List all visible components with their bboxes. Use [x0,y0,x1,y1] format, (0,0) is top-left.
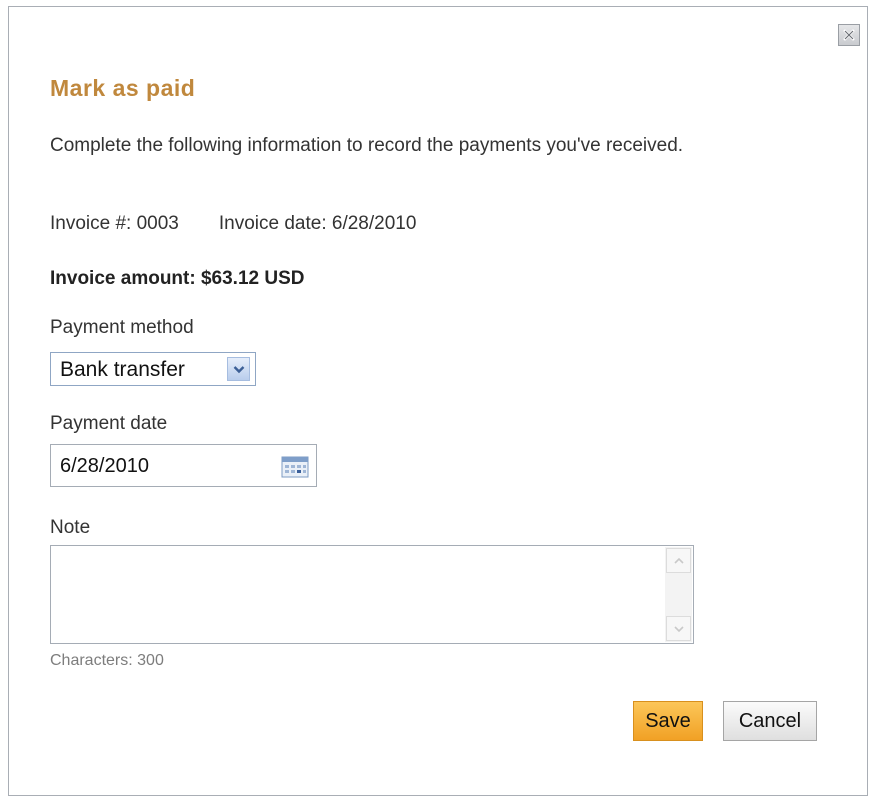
invoice-amount: Invoice amount: $63.12 USD [50,268,305,289]
chevron-down-icon [673,625,684,632]
note-textarea[interactable] [50,545,694,644]
scroll-up-button[interactable] [666,548,691,573]
close-button[interactable] [838,24,860,46]
payment-date-value: 6/28/2010 [60,455,149,477]
chevron-down-icon [233,365,244,373]
dialog-title: Mark as paid [50,75,196,101]
invoice-number: Invoice #: 0003 [50,213,179,234]
payment-method-select[interactable]: Bank transfer [50,352,256,386]
chevron-up-icon [673,557,684,564]
payment-method-label: Payment method [50,317,194,338]
close-icon [843,29,855,41]
invoice-info: Invoice #: 0003 Invoice date: 6/28/2010 [50,213,416,235]
calendar-icon[interactable] [281,456,309,478]
note-label: Note [50,517,91,538]
payment-date-input[interactable]: 6/28/2010 [50,444,317,487]
save-button[interactable]: Save [633,701,703,741]
scroll-down-button[interactable] [666,616,691,641]
note-scrollbar[interactable] [665,547,692,642]
payment-date-label: Payment date [50,413,168,434]
payment-method-value: Bank transfer [60,358,185,381]
invoice-date: Invoice date: 6/28/2010 [218,213,417,234]
cancel-button[interactable]: Cancel [723,701,817,741]
character-count: Characters: 300 [50,652,164,669]
dropdown-arrow-button[interactable] [227,357,250,381]
mark-as-paid-dialog: Mark as paid Complete the following info… [8,6,868,796]
intro-text: Complete the following information to re… [50,135,684,156]
